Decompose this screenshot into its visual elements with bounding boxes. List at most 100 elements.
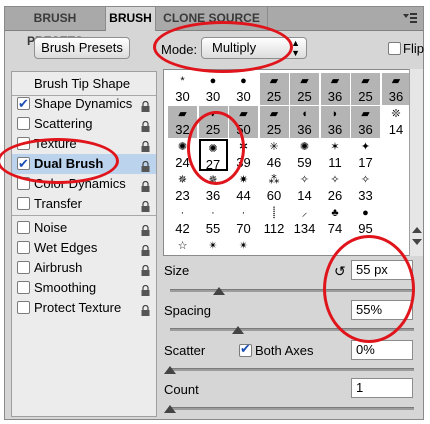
spacing-slider-thumb[interactable] — [232, 326, 245, 334]
brush-tip-cell[interactable]: ▰ 25 — [290, 73, 319, 105]
brush-tip-size: 25 — [266, 89, 282, 104]
lock-icon[interactable] — [141, 242, 150, 256]
option-checkbox[interactable] — [17, 301, 30, 314]
option-item-shape-dynamics[interactable]: Shape Dynamics — [12, 94, 156, 114]
option-item-smoothing[interactable]: Smoothing — [12, 278, 156, 298]
option-checkbox[interactable] — [17, 221, 30, 234]
brush-tip-size: 42 — [175, 221, 190, 236]
brush-tip-cell[interactable]: ✴ 192 — [198, 238, 228, 255]
brush-tip-cell[interactable]: ● 30 — [198, 73, 228, 105]
brush-tip-cell[interactable]: ✴ 36 — [229, 238, 258, 256]
option-label: Smoothing — [34, 280, 97, 295]
brush-tip-cell[interactable]: ▰ 36 — [351, 106, 380, 138]
brush-tip-size: 55 — [205, 221, 221, 236]
brush-tip-cell[interactable]: · 55 — [198, 205, 228, 237]
option-checkbox[interactable] — [17, 197, 30, 210]
brush-tip-cell[interactable]: ✵ 23 — [168, 172, 197, 204]
brush-tip-size: 25 — [297, 89, 312, 104]
brush-tip-cell[interactable]: ✧ 33 — [351, 172, 380, 204]
scatter-slider-track[interactable] — [170, 368, 414, 371]
tab-brush-presets[interactable]: BRUSH PRESETS — [5, 7, 106, 48]
panel-menu-icon[interactable] — [403, 12, 417, 24]
option-checkbox[interactable] — [17, 261, 30, 274]
lock-icon[interactable] — [141, 178, 150, 192]
count-input[interactable]: 1 — [351, 378, 413, 398]
lock-icon[interactable] — [141, 262, 150, 276]
option-checkbox[interactable] — [17, 117, 30, 130]
brush-tip-cell[interactable]: ● 30 — [229, 73, 258, 105]
count-slider-thumb[interactable] — [164, 405, 176, 413]
brush-tip-cell[interactable]: ● 95 — [351, 205, 380, 237]
brush-tip-icon: ✺ — [299, 141, 310, 153]
brush-tip-cell[interactable]: · 42 — [168, 205, 197, 237]
brush-tip-cell[interactable] — [381, 205, 410, 237]
brush-tip-cell[interactable]: ⸽ 112 — [259, 205, 289, 237]
brush-tip-icon: ✧ — [299, 174, 310, 186]
option-item-brush-tip-shape[interactable]: Brush Tip Shape — [12, 74, 156, 94]
brush-tip-cell[interactable] — [290, 238, 319, 255]
brush-tip-cell[interactable]: ✺ 59 — [290, 139, 319, 171]
spacing-label: Spacing — [164, 303, 211, 318]
brush-tip-cell[interactable]: ◖ 36 — [290, 106, 319, 138]
brush-tip-icon: * — [180, 75, 185, 87]
lock-icon[interactable] — [141, 98, 150, 112]
lock-icon[interactable] — [141, 222, 150, 236]
list-divider — [12, 215, 156, 216]
option-item-scattering[interactable]: Scattering — [12, 114, 156, 134]
lock-icon[interactable] — [141, 282, 150, 296]
scatter-input[interactable]: 0% — [351, 340, 413, 360]
option-checkbox[interactable] — [17, 241, 30, 254]
flip-checkbox[interactable] — [388, 42, 401, 55]
brush-tip-cell[interactable]: ✦ 17 — [351, 139, 380, 171]
scroll-down-icon[interactable] — [412, 239, 422, 245]
brush-tip-cell[interactable]: ▰ 36 — [320, 73, 350, 105]
brush-tip-cell[interactable]: ✳ 46 — [259, 139, 289, 171]
brush-tip-cell[interactable] — [259, 238, 289, 255]
brush-tip-cell[interactable]: ⁂ 60 — [259, 172, 289, 204]
brush-grid-scrollbar[interactable] — [409, 69, 423, 256]
brush-tip-cell[interactable]: ▰ 25 — [259, 106, 289, 138]
brush-tip-cell[interactable]: ✶ 11 — [320, 139, 350, 171]
brush-tip-cell[interactable] — [381, 172, 410, 204]
option-item-wet-edges[interactable]: Wet Edges — [12, 238, 156, 258]
brush-tip-cell[interactable]: ◗ 36 — [320, 106, 350, 138]
brush-tip-cell[interactable]: ❊ 14 — [381, 106, 410, 138]
brush-tip-cell[interactable]: ▰ 25 — [351, 73, 380, 105]
brush-tip-cell[interactable]: ▰ 25 — [259, 73, 289, 105]
brush-tip-cell[interactable]: * 30 — [168, 73, 197, 105]
brush-presets-button[interactable]: Brush Presets — [34, 37, 130, 59]
lock-icon[interactable] — [141, 158, 150, 172]
size-slider-thumb[interactable] — [212, 287, 225, 295]
option-item-protect-texture[interactable]: Protect Texture — [12, 298, 156, 318]
option-label: Shape Dynamics — [34, 96, 133, 111]
brush-tip-cell[interactable]: · 70 — [229, 205, 258, 237]
lock-icon[interactable] — [141, 138, 150, 152]
scatter-slider-thumb[interactable] — [164, 366, 176, 374]
brush-tip-size: 26 — [327, 188, 343, 203]
lock-icon[interactable] — [141, 302, 150, 316]
option-checkbox[interactable] — [17, 281, 30, 294]
brush-tip-size: 36 — [297, 122, 312, 137]
lock-icon[interactable] — [141, 118, 150, 132]
brush-tip-size: 36 — [236, 255, 250, 256]
brush-tip-cell[interactable]: ✧ 26 — [320, 172, 350, 204]
option-checkbox[interactable] — [17, 94, 30, 114]
brush-tip-cell[interactable] — [381, 139, 410, 171]
lock-icon[interactable] — [141, 198, 150, 212]
brush-tip-cell[interactable]: ✧ 14 — [290, 172, 319, 204]
brush-tip-size: 30 — [175, 89, 190, 104]
brush-tip-cell[interactable]: ⸝ 134 — [290, 205, 319, 237]
brush-tip-cell[interactable]: ☆ — [168, 238, 197, 255]
count-slider-track[interactable] — [170, 407, 414, 410]
tab-brush[interactable]: BRUSH — [106, 7, 156, 31]
option-item-noise[interactable]: Noise — [12, 218, 156, 238]
option-item-airbrush[interactable]: Airbrush — [12, 258, 156, 278]
brush-tip-icon: ▰ — [178, 108, 187, 120]
option-item-transfer[interactable]: Transfer — [12, 194, 156, 214]
scroll-up-icon[interactable] — [412, 227, 422, 233]
brush-tip-cell[interactable]: ▰ 36 — [381, 73, 410, 105]
brush-tip-cell[interactable]: ♣ 74 — [320, 205, 350, 237]
brush-tip-size: 25 — [358, 89, 373, 104]
both-axes-checkbox[interactable] — [239, 341, 252, 357]
brush-tip-icon: ❊ — [391, 108, 401, 120]
